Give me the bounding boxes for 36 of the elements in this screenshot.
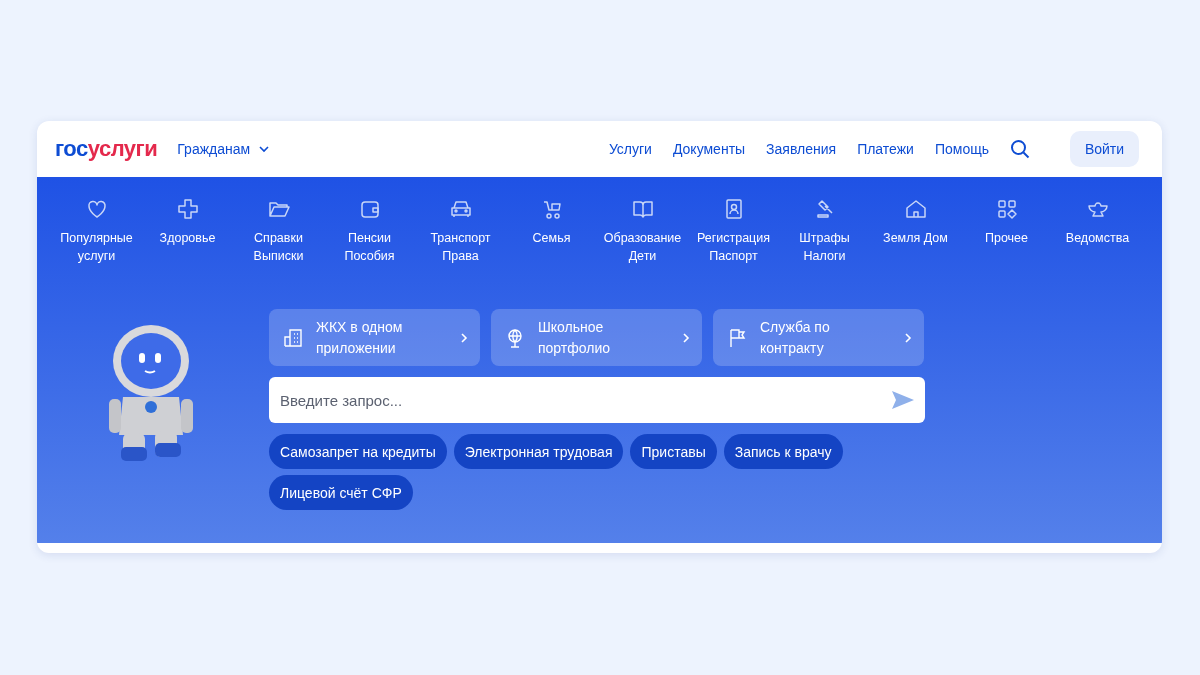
audience-dropdown[interactable]: Гражданам bbox=[177, 141, 271, 157]
search-icon[interactable] bbox=[1010, 139, 1030, 159]
promo-card[interactable]: Школьное портфолио bbox=[491, 309, 702, 366]
quick-search-chip[interactable]: Самозапрет на кредиты bbox=[269, 434, 447, 469]
category-link[interactable]: Транспорт Права bbox=[415, 197, 506, 265]
category-link[interactable]: Ведомства bbox=[1052, 197, 1143, 265]
category-link[interactable]: Регистрация Паспорт bbox=[688, 197, 779, 265]
nav-link[interactable]: Помощь bbox=[934, 141, 989, 157]
search-field[interactable]: Введите запрос... bbox=[269, 377, 925, 423]
category-link[interactable]: Справки Выписки bbox=[233, 197, 324, 265]
promo-card[interactable]: Служба по контракту bbox=[713, 309, 924, 366]
category-link[interactable]: Земля Дом bbox=[870, 197, 961, 265]
quick-search-chip[interactable]: Лицевой счёт СФР bbox=[269, 475, 413, 510]
house-icon bbox=[903, 197, 928, 221]
quick-search-chip[interactable]: Запись к врачу bbox=[723, 434, 843, 469]
category-link[interactable]: Здоровье bbox=[142, 197, 233, 265]
quick-search-chip[interactable]: Электронная трудовая bbox=[453, 434, 624, 469]
nav-link[interactable]: Услуги bbox=[608, 141, 652, 157]
chevron-right-icon bbox=[904, 331, 912, 344]
chevron-right-icon bbox=[460, 331, 468, 344]
category-link[interactable]: Популярные услуги bbox=[51, 197, 142, 265]
nav-link[interactable]: Документы bbox=[672, 141, 746, 157]
cross-icon bbox=[175, 197, 200, 221]
logo[interactable]: госуслуги bbox=[55, 136, 158, 162]
nav-link[interactable]: Платежи bbox=[857, 141, 914, 157]
category-link[interactable]: Штрафы Налоги bbox=[779, 197, 870, 265]
login-button[interactable]: Войти bbox=[1070, 131, 1139, 167]
chevron-down-icon bbox=[258, 145, 271, 153]
category-link[interactable]: Семья bbox=[506, 197, 597, 265]
quick-search-chip[interactable]: Приставы bbox=[630, 434, 717, 469]
chevron-right-icon bbox=[682, 331, 690, 344]
category-link[interactable]: Пенсии Пособия bbox=[324, 197, 415, 265]
promo-card[interactable]: ЖКХ в одном приложении bbox=[269, 309, 480, 366]
category-link[interactable]: Прочее bbox=[961, 197, 1052, 265]
category-link[interactable]: Образование Дети bbox=[597, 197, 688, 265]
nav-link[interactable]: Заявления bbox=[766, 141, 837, 157]
